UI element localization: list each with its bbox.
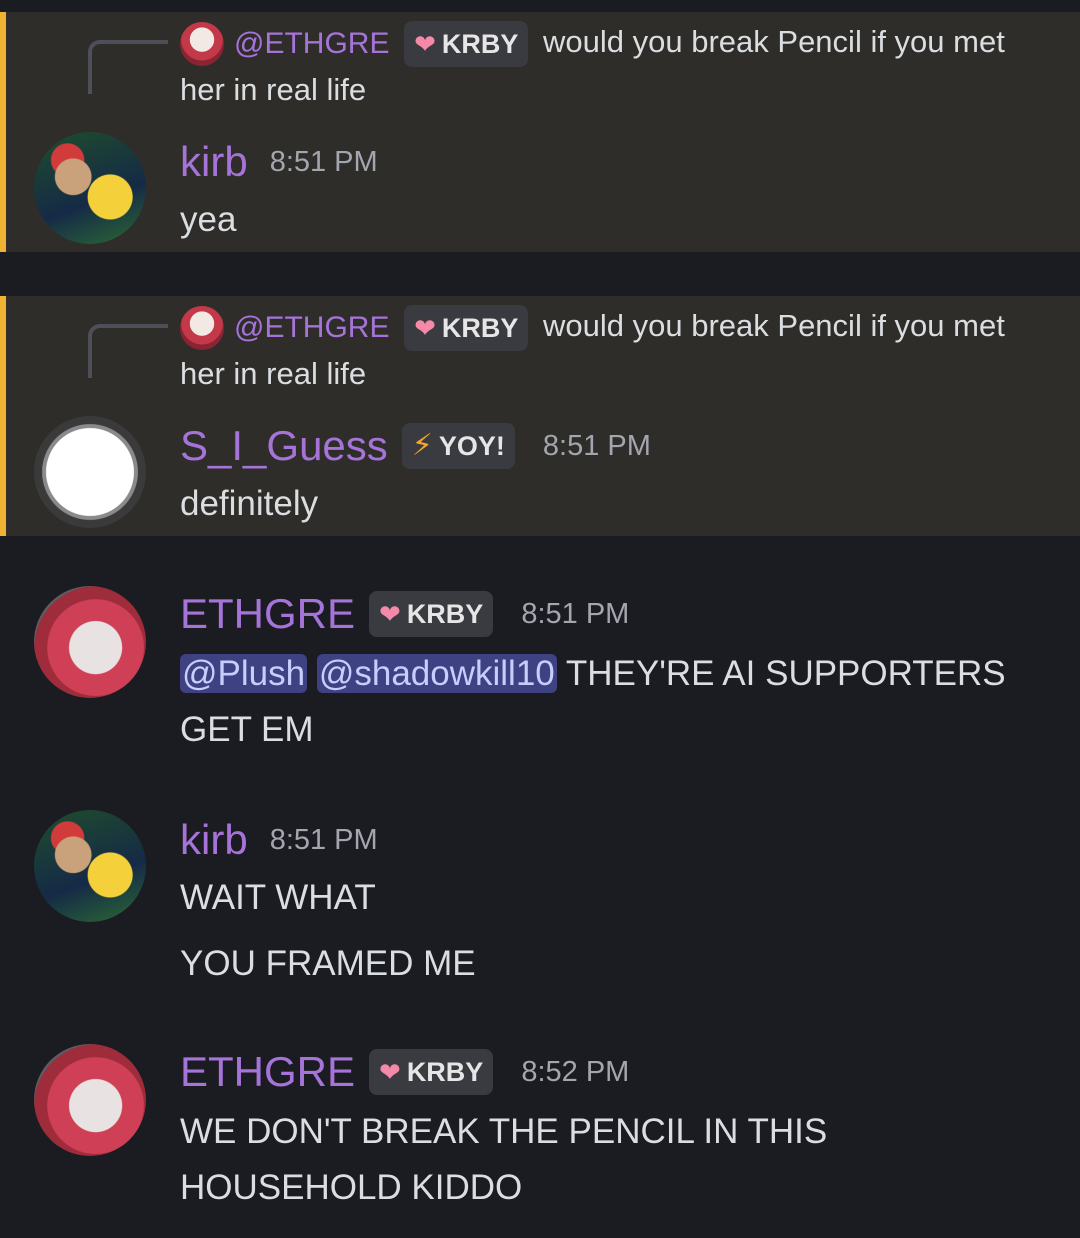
message-text: @Plush @shadowkill10 THEY'RE AI SUPPORTE… [180,654,1006,749]
heart-icon: ❤ [379,1057,401,1087]
reply-preview[interactable]: @ETHGRE ❤ KRBY would you break Pencil if … [180,19,1040,113]
ethgre-mini-avatar [180,21,224,66]
message-text: yea [180,200,237,239]
username[interactable]: kirb [180,816,248,864]
heart-icon: ❤ [414,312,436,343]
timestamp: 8:51 PM [521,597,630,630]
avatar[interactable] [34,132,146,244]
server-tag[interactable]: ❤ KRBY [369,1049,494,1095]
heart-icon: ❤ [379,599,401,629]
reply-preview[interactable]: @ETHGRE ❤ KRBY would you break Pencil if … [180,303,1040,397]
ethgre-mini-avatar [180,305,224,350]
message-text: WAIT WHAT [180,878,376,917]
timestamp: 8:51 PM [542,429,651,462]
server-tag[interactable]: ❤ KRBY [404,20,529,67]
server-tag[interactable]: ⚡ YOY! [401,423,515,469]
avatar[interactable] [34,1044,146,1156]
reply-author[interactable]: @ETHGRE [234,311,389,344]
reply-author[interactable]: @ETHGRE [234,27,389,60]
heart-icon: ❤ [414,28,436,59]
timestamp: 8:51 PM [269,145,378,178]
message-text: YOU FRAMED ME [180,944,476,983]
username[interactable]: S_I_Guess [180,422,388,470]
message-text: WE DON'T BREAK THE PENCIL IN THIS HOUSEH… [180,1112,828,1207]
avatar[interactable] [34,810,146,922]
message-text: definitely [180,484,319,523]
message-header: kirb 8:51 PM [180,816,378,864]
reply-connector [88,324,168,378]
message-header: ETHGRE ❤ KRBY 8:52 PM [180,1048,629,1096]
timestamp: 8:51 PM [269,823,378,856]
server-tag[interactable]: ❤ KRBY [369,591,494,637]
avatar[interactable] [34,586,146,698]
mention-plush[interactable]: @Plush [180,654,308,693]
reply-connector [88,40,168,94]
server-tag[interactable]: ❤ KRBY [404,304,529,351]
divider [0,252,1080,296]
mention-shadowkill10[interactable]: @shadowkill10 [316,654,557,693]
message-header: kirb 8:51 PM [180,138,378,186]
avatar[interactable] [34,416,146,528]
message-header: ETHGRE ❤ KRBY 8:51 PM [180,590,629,638]
top-divider [0,0,1080,12]
username[interactable]: kirb [180,138,248,186]
timestamp: 8:52 PM [521,1055,630,1088]
message-header: S_I_Guess ⚡ YOY! 8:51 PM [180,422,651,470]
username[interactable]: ETHGRE [180,590,355,638]
username[interactable]: ETHGRE [180,1048,355,1096]
lightning-icon: ⚡ [411,429,433,462]
